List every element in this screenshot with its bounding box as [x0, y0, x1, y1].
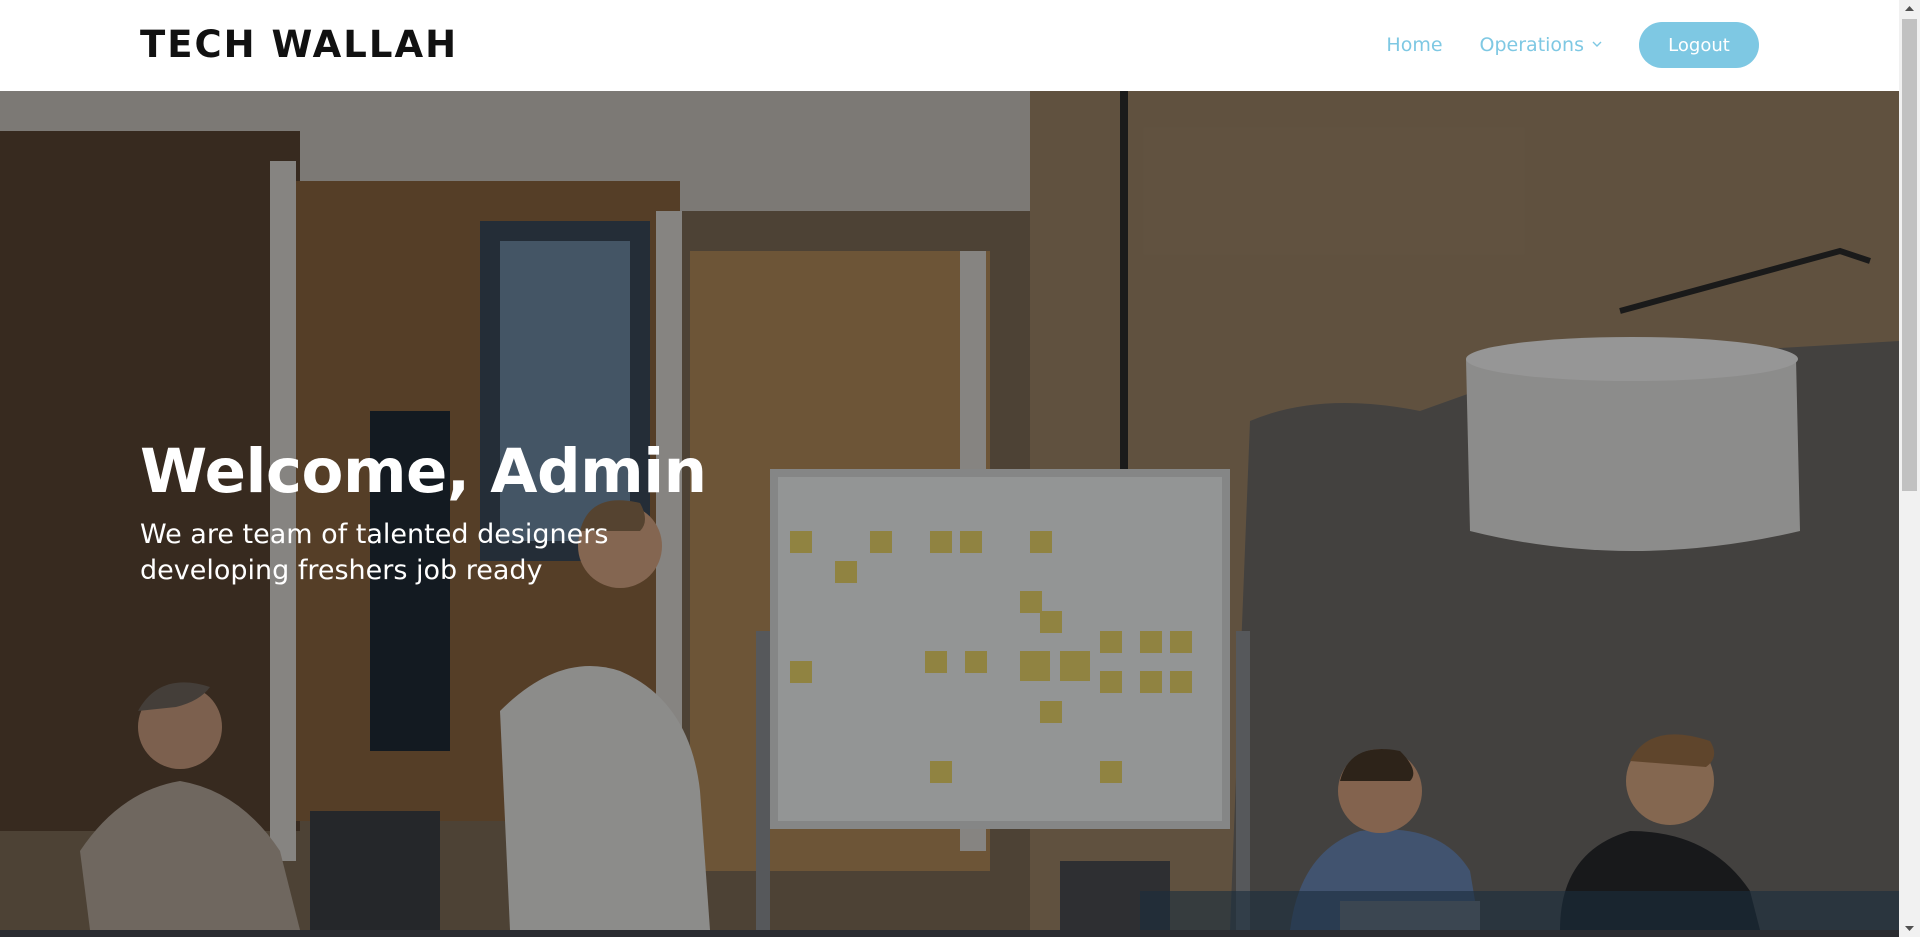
nav-operations-label: Operations	[1479, 34, 1584, 56]
nav-home-label: Home	[1386, 34, 1443, 56]
site-header: TECH WALLAH Home Operations Logout	[0, 0, 1899, 91]
scrollbar-thumb[interactable]	[1902, 19, 1917, 491]
footer-strip	[0, 930, 1899, 937]
hero-subtitle: We are team of talented designers develo…	[140, 519, 609, 586]
hero-section: Welcome, Admin We are team of talented d…	[0, 91, 1899, 930]
nav-operations-dropdown[interactable]: Operations	[1480, 34, 1602, 56]
nav-home-link[interactable]: Home	[1386, 34, 1442, 56]
arrow-up-icon[interactable]	[1899, 0, 1920, 17]
page-scrollbar[interactable]	[1899, 0, 1920, 937]
arrow-down-icon[interactable]	[1899, 920, 1920, 937]
brand-logo[interactable]: TECH WALLAH	[140, 22, 458, 68]
hero-title: Welcome, Admin	[140, 436, 707, 507]
logout-button[interactable]: Logout	[1639, 22, 1759, 68]
chevron-down-icon	[1592, 41, 1602, 47]
main-nav: Home Operations Logout	[1386, 22, 1759, 68]
